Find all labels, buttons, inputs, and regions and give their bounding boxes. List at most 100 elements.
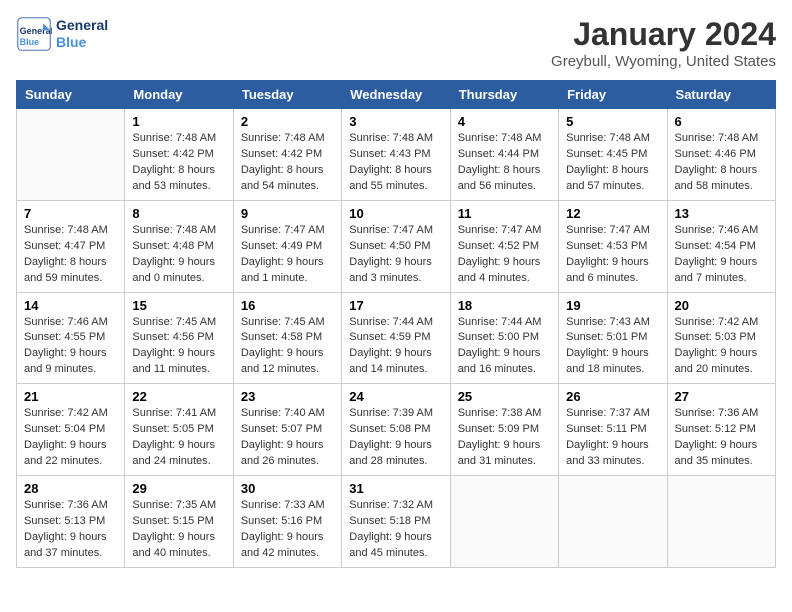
calendar-cell: 29 Sunrise: 7:35 AM Sunset: 5:15 PM Dayli… [125, 476, 233, 568]
calendar-cell: 24 Sunrise: 7:39 AM Sunset: 5:08 PM Dayli… [342, 384, 450, 476]
day-info: Sunrise: 7:47 AM Sunset: 4:50 PM Dayligh… [349, 223, 442, 287]
day-number: 14 [24, 298, 117, 313]
day-info: Sunrise: 7:45 AM Sunset: 4:58 PM Dayligh… [241, 315, 334, 379]
day-number: 15 [132, 298, 225, 313]
calendar-title: January 2024 [551, 16, 776, 53]
day-number: 6 [675, 114, 768, 129]
day-info: Sunrise: 7:46 AM Sunset: 4:55 PM Dayligh… [24, 315, 117, 379]
day-number: 30 [241, 481, 334, 496]
day-number: 11 [458, 206, 551, 221]
day-header-friday: Friday [559, 81, 667, 109]
day-info: Sunrise: 7:32 AM Sunset: 5:18 PM Dayligh… [349, 498, 442, 562]
calendar-cell: 22Sunrise: 7:41 AM Sunset: 5:05 PM Dayli… [125, 384, 233, 476]
day-number: 26 [566, 389, 659, 404]
calendar-cell: 30 Sunrise: 7:33 AM Sunset: 5:16 PM Dayli… [233, 476, 341, 568]
day-number: 18 [458, 298, 551, 313]
day-number: 2 [241, 114, 334, 129]
calendar-table: SundayMondayTuesdayWednesdayThursdayFrid… [16, 80, 776, 568]
day-number: 24 [349, 389, 442, 404]
calendar-cell: 28Sunrise: 7:36 AM Sunset: 5:13 PM Dayli… [17, 476, 125, 568]
calendar-cell: 6 Sunrise: 7:48 AM Sunset: 4:46 PM Daylig… [667, 109, 775, 201]
day-number: 3 [349, 114, 442, 129]
day-number: 4 [458, 114, 551, 129]
day-info: Sunrise: 7:35 AM Sunset: 5:15 PM Dayligh… [132, 498, 225, 562]
day-header-wednesday: Wednesday [342, 81, 450, 109]
calendar-cell: 17Sunrise: 7:44 AM Sunset: 4:59 PM Dayli… [342, 292, 450, 384]
calendar-cell: 26 Sunrise: 7:37 AM Sunset: 5:11 PM Dayli… [559, 384, 667, 476]
day-info: Sunrise: 7:36 AM Sunset: 5:13 PM Dayligh… [24, 498, 117, 562]
day-number: 29 [132, 481, 225, 496]
logo: General Blue General Blue [16, 16, 108, 52]
calendar-cell: 13Sunrise: 7:46 AM Sunset: 4:54 PM Dayli… [667, 200, 775, 292]
day-number: 19 [566, 298, 659, 313]
day-number: 8 [132, 206, 225, 221]
calendar-cell: 27Sunrise: 7:36 AM Sunset: 5:12 PM Dayli… [667, 384, 775, 476]
calendar-cell: 3 Sunrise: 7:48 AM Sunset: 4:43 PM Daylig… [342, 109, 450, 201]
calendar-cell: 10 Sunrise: 7:47 AM Sunset: 4:50 PM Dayli… [342, 200, 450, 292]
calendar-cell: 7Sunrise: 7:48 AM Sunset: 4:47 PM Daylig… [17, 200, 125, 292]
calendar-cell [667, 476, 775, 568]
week-row-4: 21 Sunrise: 7:42 AM Sunset: 5:04 PM Dayli… [17, 384, 776, 476]
calendar-cell [450, 476, 558, 568]
day-info: Sunrise: 7:48 AM Sunset: 4:43 PM Dayligh… [349, 131, 442, 195]
day-info: Sunrise: 7:48 AM Sunset: 4:48 PM Dayligh… [132, 223, 225, 287]
day-number: 16 [241, 298, 334, 313]
week-row-3: 14 Sunrise: 7:46 AM Sunset: 4:55 PM Dayli… [17, 292, 776, 384]
day-number: 13 [675, 206, 768, 221]
logo-text: General Blue [56, 17, 108, 51]
calendar-cell: 23 Sunrise: 7:40 AM Sunset: 5:07 PM Dayli… [233, 384, 341, 476]
day-info: Sunrise: 7:48 AM Sunset: 4:46 PM Dayligh… [675, 131, 768, 195]
day-info: Sunrise: 7:47 AM Sunset: 4:49 PM Dayligh… [241, 223, 334, 287]
calendar-cell: 15 Sunrise: 7:45 AM Sunset: 4:56 PM Dayli… [125, 292, 233, 384]
day-info: Sunrise: 7:48 AM Sunset: 4:47 PM Dayligh… [24, 223, 117, 287]
day-number: 25 [458, 389, 551, 404]
title-area: January 2024 Greybull, Wyoming, United S… [551, 16, 776, 70]
day-number: 5 [566, 114, 659, 129]
day-info: Sunrise: 7:40 AM Sunset: 5:07 PM Dayligh… [241, 406, 334, 470]
day-info: Sunrise: 7:38 AM Sunset: 5:09 PM Dayligh… [458, 406, 551, 470]
day-number: 9 [241, 206, 334, 221]
calendar-cell: 2Sunrise: 7:48 AM Sunset: 4:42 PM Daylig… [233, 109, 341, 201]
week-row-2: 7Sunrise: 7:48 AM Sunset: 4:47 PM Daylig… [17, 200, 776, 292]
calendar-cell: 19 Sunrise: 7:43 AM Sunset: 5:01 PM Dayli… [559, 292, 667, 384]
calendar-cell: 4 Sunrise: 7:48 AM Sunset: 4:44 PM Daylig… [450, 109, 558, 201]
calendar-cell [559, 476, 667, 568]
day-number: 31 [349, 481, 442, 496]
day-number: 22 [132, 389, 225, 404]
day-header-thursday: Thursday [450, 81, 558, 109]
day-info: Sunrise: 7:43 AM Sunset: 5:01 PM Dayligh… [566, 315, 659, 379]
day-info: Sunrise: 7:48 AM Sunset: 4:42 PM Dayligh… [132, 131, 225, 195]
calendar-cell: 20Sunrise: 7:42 AM Sunset: 5:03 PM Dayli… [667, 292, 775, 384]
day-info: Sunrise: 7:44 AM Sunset: 5:00 PM Dayligh… [458, 315, 551, 379]
svg-text:Blue: Blue [20, 37, 40, 47]
day-number: 12 [566, 206, 659, 221]
day-header-saturday: Saturday [667, 81, 775, 109]
day-number: 10 [349, 206, 442, 221]
calendar-cell: 12 Sunrise: 7:47 AM Sunset: 4:53 PM Dayli… [559, 200, 667, 292]
day-info: Sunrise: 7:47 AM Sunset: 4:52 PM Dayligh… [458, 223, 551, 287]
calendar-cell: 11 Sunrise: 7:47 AM Sunset: 4:52 PM Dayli… [450, 200, 558, 292]
calendar-cell: 25 Sunrise: 7:38 AM Sunset: 5:09 PM Dayli… [450, 384, 558, 476]
calendar-cell: 14 Sunrise: 7:46 AM Sunset: 4:55 PM Dayli… [17, 292, 125, 384]
week-row-5: 28Sunrise: 7:36 AM Sunset: 5:13 PM Dayli… [17, 476, 776, 568]
day-number: 1 [132, 114, 225, 129]
day-info: Sunrise: 7:47 AM Sunset: 4:53 PM Dayligh… [566, 223, 659, 287]
day-info: Sunrise: 7:42 AM Sunset: 5:03 PM Dayligh… [675, 315, 768, 379]
day-info: Sunrise: 7:48 AM Sunset: 4:44 PM Dayligh… [458, 131, 551, 195]
calendar-cell: 31 Sunrise: 7:32 AM Sunset: 5:18 PM Dayli… [342, 476, 450, 568]
calendar-cell: 9 Sunrise: 7:47 AM Sunset: 4:49 PM Daylig… [233, 200, 341, 292]
day-number: 23 [241, 389, 334, 404]
calendar-cell: 8 Sunrise: 7:48 AM Sunset: 4:48 PM Daylig… [125, 200, 233, 292]
day-header-tuesday: Tuesday [233, 81, 341, 109]
day-info: Sunrise: 7:45 AM Sunset: 4:56 PM Dayligh… [132, 315, 225, 379]
calendar-cell: 21 Sunrise: 7:42 AM Sunset: 5:04 PM Dayli… [17, 384, 125, 476]
day-info: Sunrise: 7:33 AM Sunset: 5:16 PM Dayligh… [241, 498, 334, 562]
day-info: Sunrise: 7:36 AM Sunset: 5:12 PM Dayligh… [675, 406, 768, 470]
day-number: 21 [24, 389, 117, 404]
day-info: Sunrise: 7:39 AM Sunset: 5:08 PM Dayligh… [349, 406, 442, 470]
day-header-sunday: Sunday [17, 81, 125, 109]
day-info: Sunrise: 7:42 AM Sunset: 5:04 PM Dayligh… [24, 406, 117, 470]
day-info: Sunrise: 7:37 AM Sunset: 5:11 PM Dayligh… [566, 406, 659, 470]
calendar-cell: 1 Sunrise: 7:48 AM Sunset: 4:42 PM Daylig… [125, 109, 233, 201]
day-info: Sunrise: 7:48 AM Sunset: 4:45 PM Dayligh… [566, 131, 659, 195]
